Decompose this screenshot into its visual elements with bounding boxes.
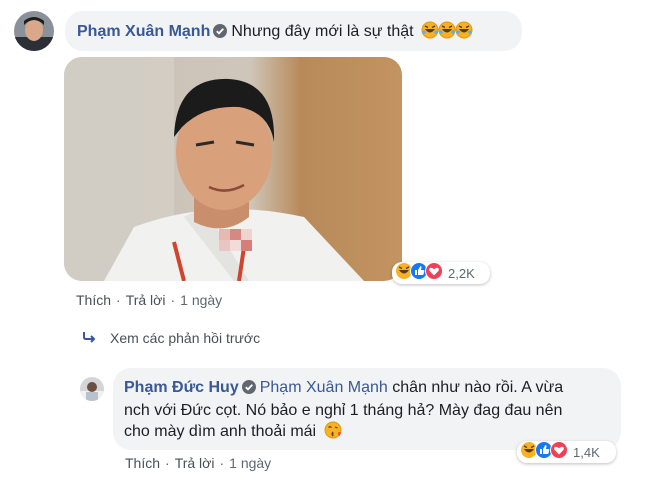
reply-text-line: chân như nào rồi. A vừa xyxy=(392,379,564,396)
reply-link[interactable]: Trả lời xyxy=(175,455,215,471)
view-previous-label: Xem các phản hồi trước xyxy=(110,330,261,346)
reaction-count: 1,4K xyxy=(573,444,600,460)
comment-photo[interactable] xyxy=(64,57,402,281)
laughing-crying-emoji-icon xyxy=(421,21,473,44)
reply-text-line: cho mày dìm anh thoải mái xyxy=(124,423,317,440)
comment-text: Nhưng đây mới là sự thật xyxy=(231,23,414,40)
reaction-count: 2,2K xyxy=(448,265,475,281)
reply-arrow-icon xyxy=(82,330,96,346)
mention-link[interactable]: Phạm Xuân Mạnh xyxy=(260,379,388,396)
view-previous-replies[interactable]: Xem các phản hồi trước xyxy=(82,330,260,346)
separator-dot: · xyxy=(219,455,225,471)
separator-dot: · xyxy=(116,292,121,308)
reaction-summary[interactable]: 1,4K xyxy=(517,440,616,464)
love-reaction-icon xyxy=(550,440,568,464)
avatar[interactable] xyxy=(14,11,54,51)
timestamp[interactable]: 1 ngày xyxy=(229,455,271,471)
kissing-emoji-icon xyxy=(324,421,342,445)
author-name[interactable]: Phạm Đức Huy xyxy=(124,379,239,396)
like-link[interactable]: Thích xyxy=(125,455,160,471)
comment-bubble: Phạm Xuân Mạnh Nhưng đây mới là sự thật xyxy=(65,11,522,51)
separator-dot: · xyxy=(170,292,176,308)
verified-badge-icon xyxy=(241,379,256,400)
reply-link[interactable]: Trả lời xyxy=(126,292,166,308)
reaction-summary[interactable]: 2,2K xyxy=(392,261,490,285)
verified-badge-icon xyxy=(213,24,228,43)
reply-bubble: Phạm Đức Huy Phạm Xuân Mạnh chân như nào … xyxy=(113,368,621,450)
avatar[interactable] xyxy=(80,377,104,401)
comment-actions: Thích · Trả lời · 1 ngày xyxy=(76,292,222,308)
timestamp[interactable]: 1 ngày xyxy=(180,292,222,308)
reply-text-line: nch với Đức cọt. Nó bảo e nghỉ 1 tháng h… xyxy=(124,402,563,419)
reply-actions: Thích · Trả lời · 1 ngày xyxy=(125,455,271,471)
like-link[interactable]: Thích xyxy=(76,292,111,308)
author-name[interactable]: Phạm Xuân Mạnh xyxy=(77,23,210,40)
separator-dot: · xyxy=(165,455,170,471)
love-reaction-icon xyxy=(425,261,443,285)
